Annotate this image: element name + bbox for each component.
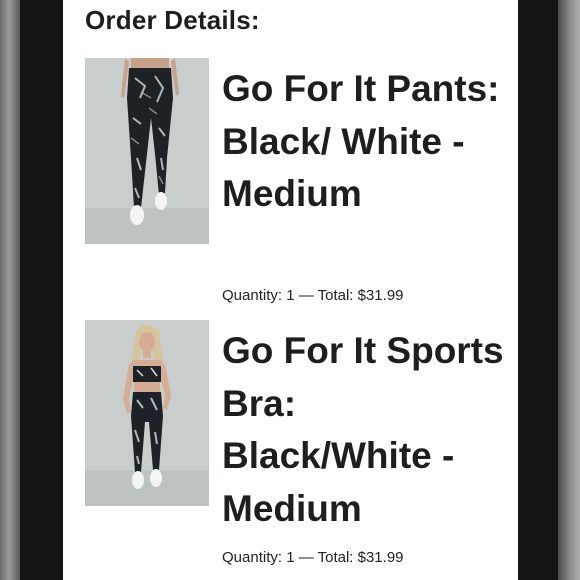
- item-quantity-total: Quantity: 1 — Total: $31.99: [222, 549, 404, 566]
- sports-bra-product-image[interactable]: [85, 320, 209, 506]
- leggings-product-image[interactable]: [85, 58, 209, 244]
- item-title[interactable]: Go For It Pants: Black/ White - Medium: [222, 63, 512, 221]
- item-quantity-total: Quantity: 1 — Total: $31.99: [222, 287, 404, 304]
- sports-bra-photo-icon: [85, 320, 209, 506]
- order-details-screen: Order Details: Go For It Pants: Black/ W…: [63, 0, 518, 580]
- device-bezel-right: [558, 0, 580, 580]
- leggings-photo-icon: [85, 58, 209, 244]
- order-details-heading: Order Details:: [85, 5, 260, 35]
- device-bezel-left: [0, 0, 20, 580]
- item-title[interactable]: Go For It Sports Bra: Black/White - Medi…: [222, 325, 512, 535]
